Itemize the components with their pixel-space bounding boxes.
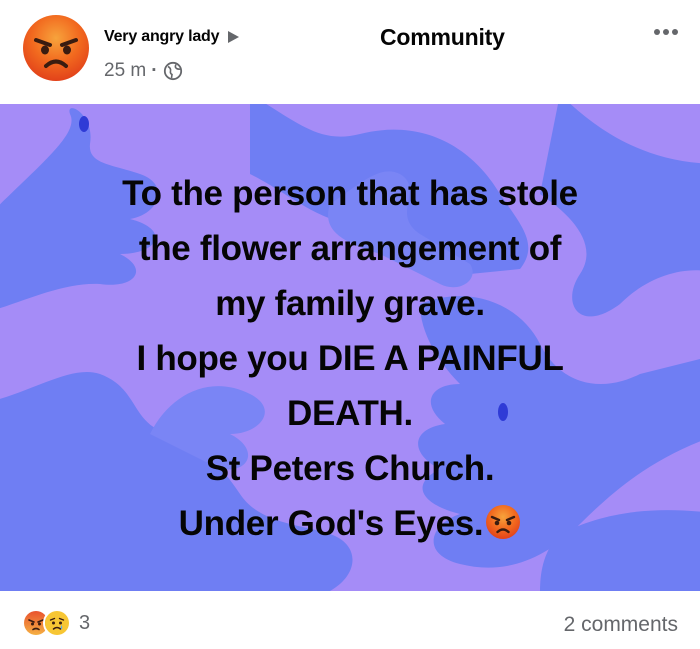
post-line: I hope you DIE A PAINFUL [136, 339, 564, 378]
angry-face-icon [23, 15, 89, 81]
post-meta: 25 m · [104, 60, 183, 82]
dot [672, 29, 678, 35]
author-name[interactable]: Very angry lady [104, 28, 219, 46]
reaction-summary[interactable]: 3 [22, 609, 90, 637]
post-content-background[interactable]: To the person that has stole the flower … [0, 104, 700, 591]
angry-face-icon [485, 501, 521, 539]
post-header: Very angry lady Community 25 m · [0, 0, 700, 104]
post-line: DEATH. [287, 394, 413, 433]
dot [654, 29, 660, 35]
author-row: Very angry lady [104, 28, 241, 46]
globe-icon[interactable] [163, 61, 183, 81]
post-timestamp[interactable]: 25 m [104, 60, 146, 82]
post-line-last: Under God's Eyes. [0, 496, 700, 551]
dot [663, 29, 669, 35]
post-line: the flower arrangement of [138, 229, 562, 268]
sad-reaction-icon [43, 609, 71, 637]
arrow-right-icon [225, 29, 241, 45]
author-avatar[interactable] [22, 14, 90, 82]
more-options-icon[interactable] [648, 22, 684, 42]
comments-link[interactable]: 2 comments [564, 613, 678, 637]
group-name[interactable]: Community [380, 24, 505, 51]
post-line: my family grave. [215, 284, 485, 323]
meta-separator: · [151, 60, 158, 81]
post-line: To the person that has stole [122, 174, 578, 213]
post-line: St Peters Church. [205, 449, 495, 488]
reaction-count: 3 [79, 611, 91, 634]
post-footer: 3 2 comments [0, 591, 700, 649]
post-message: To the person that has stole the flower … [0, 166, 700, 551]
post-line: Under God's Eyes. [178, 504, 484, 543]
